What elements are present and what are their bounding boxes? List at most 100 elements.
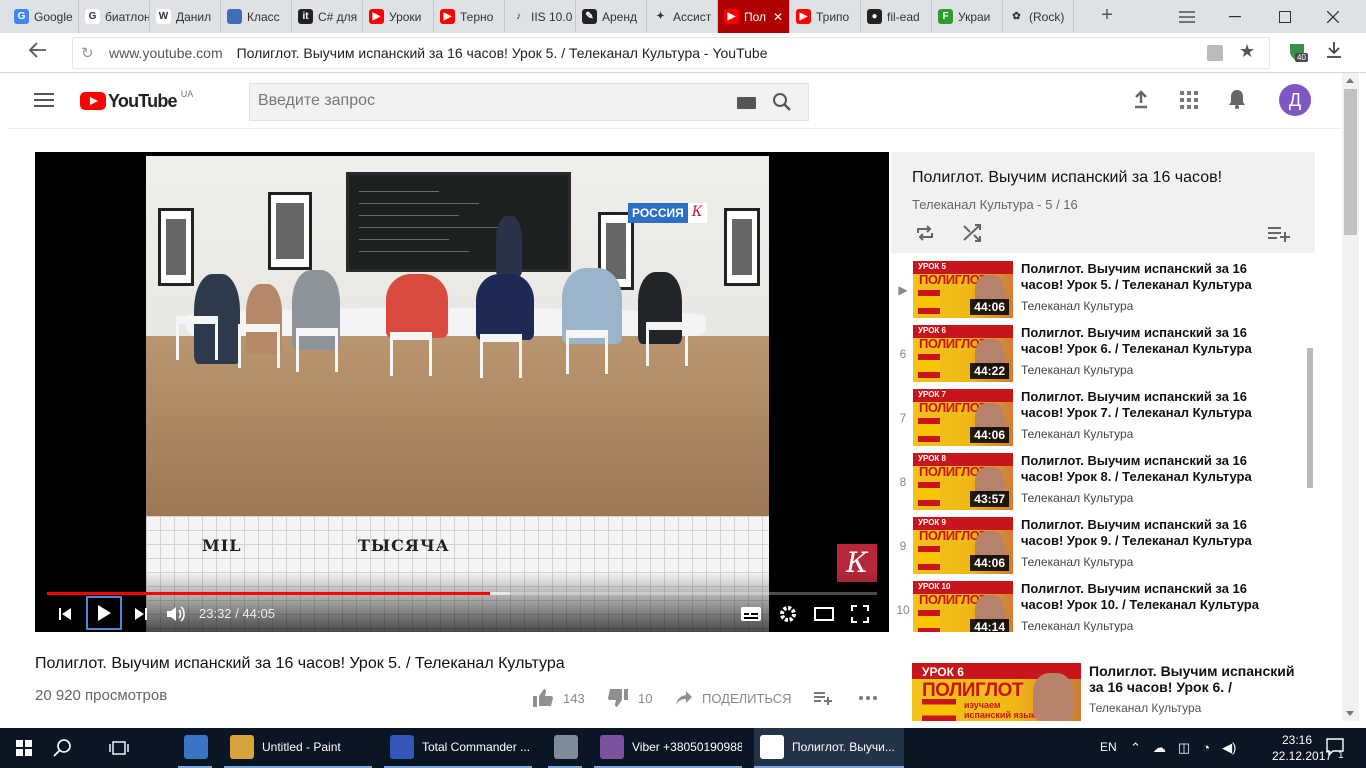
wifi-icon[interactable]: ◔ (1202, 740, 1210, 756)
theater-mode-icon[interactable] (811, 602, 837, 626)
playlist-item[interactable]: 10 УРОК 10 ПОЛИГЛОТ 44:14 Полиглот. Выучим и… (891, 579, 1301, 632)
browser-tab[interactable]: ● fil-ead (861, 0, 932, 33)
search-input[interactable] (258, 92, 718, 110)
address-bar[interactable]: ↻ www.youtube.com Полиглот. Выучим испанс… (72, 37, 1270, 69)
new-tab-button[interactable]: + (1096, 5, 1118, 27)
save-playlist-icon[interactable] (1268, 226, 1290, 242)
add-to-playlist-icon[interactable] (814, 688, 842, 708)
back-arrow-icon[interactable] (26, 41, 50, 65)
playlist-item-thumbnail[interactable]: УРОК 8 ПОЛИГЛОТ 43:57 (913, 453, 1013, 510)
extension-icon[interactable]: 40 (1286, 41, 1308, 63)
related-thumbnail[interactable]: УРОК 6 ПОЛИГЛОТ изучаем испанский язык (912, 663, 1081, 721)
browser-tab[interactable]: ✎ Аренд (576, 0, 647, 33)
browser-tab[interactable]: ♪ IIS 10.0 (505, 0, 576, 33)
related-video[interactable]: УРОК 6 ПОЛИГЛОТ изучаем испанский язык П… (912, 663, 1302, 721)
video-player[interactable]: MIL ТЫСЯЧА РОССИЯ К К 23:32 / 44:05 (35, 152, 889, 632)
playlist-item[interactable]: 7 УРОК 7 ПОЛИГЛОТ 44:06 Полиглот. Выучим исп… (891, 387, 1301, 451)
loop-icon[interactable] (915, 224, 935, 242)
scroll-up-arrow-icon[interactable] (1346, 78, 1354, 83)
language-indicator[interactable]: EN (1100, 740, 1117, 754)
taskbar-app[interactable]: Untitled - Paint (224, 728, 372, 768)
playlist-item[interactable]: 9 УРОК 9 ПОЛИГЛОТ 44:06 Полиглот. Выучим исп… (891, 515, 1301, 579)
playlist-item-thumbnail[interactable]: УРОК 10 ПОЛИГЛОТ 44:14 (913, 581, 1013, 632)
playlist-item-title[interactable]: Полиглот. Выучим испанский за 16 часов! … (1021, 389, 1281, 421)
search-icon[interactable] (772, 92, 792, 112)
playlist-item-title[interactable]: Полиглот. Выучим испанский за 16 часов! … (1021, 517, 1281, 549)
upload-icon[interactable] (1131, 89, 1153, 111)
playlist-item-title[interactable]: Полиглот. Выучим испанский за 16 часов! … (1021, 325, 1281, 357)
browser-tab[interactable]: Gбиатлон (79, 0, 150, 33)
network-icon[interactable]: ◫ (1178, 740, 1190, 756)
volume-icon[interactable] (163, 602, 189, 626)
video-frame[interactable]: MIL ТЫСЯЧА РОССИЯ К (146, 156, 769, 632)
keyboard-icon[interactable] (737, 97, 756, 109)
close-window-button[interactable] (1310, 0, 1356, 33)
share-button[interactable]: ПОДЕЛИТЬСЯ (676, 688, 791, 708)
previous-button[interactable] (53, 602, 77, 626)
playlist-item-thumbnail[interactable]: УРОК 7 ПОЛИГЛОТ 44:06 (913, 389, 1013, 446)
browser-menu-icon[interactable] (1164, 0, 1210, 33)
progress-bar[interactable] (47, 592, 877, 595)
hamburger-menu-icon[interactable] (34, 93, 54, 107)
apps-grid-icon[interactable] (1180, 91, 1198, 109)
reload-icon[interactable]: ↻ (81, 44, 94, 62)
scrollbar-thumb[interactable] (1344, 89, 1357, 235)
clock[interactable]: 23:16 22.12.2017 (1272, 732, 1332, 764)
cloud-icon[interactable]: ☁ (1153, 740, 1166, 756)
search-icon[interactable] (52, 738, 72, 758)
taskbar-app[interactable]: Полиглот. Выучи... (754, 728, 904, 768)
browser-tab[interactable]: Класс (221, 0, 292, 33)
dislike-button[interactable]: 10 (608, 688, 652, 708)
browser-tab[interactable]: ▶ Пол ✕ (718, 0, 790, 33)
browser-tab[interactable]: ▶ Терно (434, 0, 505, 33)
browser-tab[interactable]: ✦ Ассист (647, 0, 718, 33)
browser-tab[interactable]: ✿ (Rock) (1003, 0, 1074, 33)
playlist-item-thumbnail[interactable]: УРОК 5 ПОЛИГЛОТ 44:06 (913, 261, 1013, 318)
fullscreen-icon[interactable] (847, 602, 873, 626)
taskbar-app[interactable]: Total Commander ... (384, 728, 532, 768)
taskbar-app[interactable] (548, 728, 582, 768)
browser-tab[interactable]: G Google (8, 0, 79, 33)
browser-tab[interactable]: F Украи (932, 0, 1003, 33)
page-scrollbar[interactable] (1342, 73, 1359, 721)
shuffle-icon[interactable] (963, 224, 983, 242)
settings-gear-icon[interactable] (775, 602, 801, 626)
browser-tab[interactable]: W Данил (150, 0, 221, 33)
taskbar-app[interactable]: Viber +380501909882 (594, 728, 742, 768)
url-text[interactable]: www.youtube.com Полиглот. Выучим испански… (109, 45, 767, 61)
minimize-button[interactable] (1212, 0, 1258, 33)
more-options-icon[interactable] (858, 688, 888, 708)
playlist-item[interactable]: 6 УРОК 6 ПОЛИГЛОТ 44:22 Полиглот. Выучим исп… (891, 323, 1301, 387)
next-button[interactable] (129, 602, 153, 626)
related-title[interactable]: Полиглот. Выучим испанский за 16 часов! … (1089, 663, 1299, 695)
browser-tab[interactable]: ▶ Уроки (363, 0, 434, 33)
playlist-item-thumbnail[interactable]: УРОК 9 ПОЛИГЛОТ 44:06 (913, 517, 1013, 574)
playlist-item-thumbnail[interactable]: УРОК 6 ПОЛИГЛОТ 44:22 (913, 325, 1013, 382)
like-button[interactable]: 143 (533, 688, 585, 708)
playlist-item[interactable]: 8 УРОК 8 ПОЛИГЛОТ 43:57 Полиглот. Выучим исп… (891, 451, 1301, 515)
protect-icon[interactable] (1207, 45, 1223, 61)
browser-tab[interactable]: ▶ Трипо (790, 0, 861, 33)
taskbar-app[interactable] (178, 728, 212, 768)
scroll-down-arrow-icon[interactable] (1346, 711, 1354, 716)
tab-close-icon[interactable]: ✕ (773, 10, 783, 24)
maximize-button[interactable] (1262, 0, 1308, 33)
playlist-item-title[interactable]: Полиглот. Выучим испанский за 16 часов! … (1021, 453, 1281, 485)
playlist-title[interactable]: Полиглот. Выучим испанский за 16 часов! (912, 169, 1222, 187)
playlist-item-title[interactable]: Полиглот. Выучим испанский за 16 часов! … (1021, 261, 1281, 293)
playlist-scrollbar[interactable] (1307, 348, 1313, 488)
chevron-up-icon[interactable]: ⌃ (1130, 740, 1141, 756)
windows-start-icon[interactable] (0, 728, 48, 768)
avatar[interactable]: Д (1279, 84, 1311, 116)
youtube-logo[interactable]: YouTube UA (80, 89, 193, 111)
notifications-bell-icon[interactable] (1228, 89, 1250, 111)
play-button[interactable] (86, 596, 122, 630)
bookmark-star-icon[interactable]: ★ (1239, 41, 1255, 62)
task-view-icon[interactable] (108, 739, 130, 757)
playlist-item-title[interactable]: Полиглот. Выучим испанский за 16 часов! … (1021, 581, 1281, 613)
download-icon[interactable] (1326, 41, 1342, 64)
playlist-item[interactable]: ▶ УРОК 5 ПОЛИГЛОТ 44:06 Полиглот. Выучим исп… (891, 259, 1301, 323)
related-channel[interactable]: Телеканал Культура (1089, 701, 1201, 715)
subtitles-icon[interactable] (738, 602, 764, 626)
volume-icon[interactable]: ◀) (1222, 740, 1236, 756)
